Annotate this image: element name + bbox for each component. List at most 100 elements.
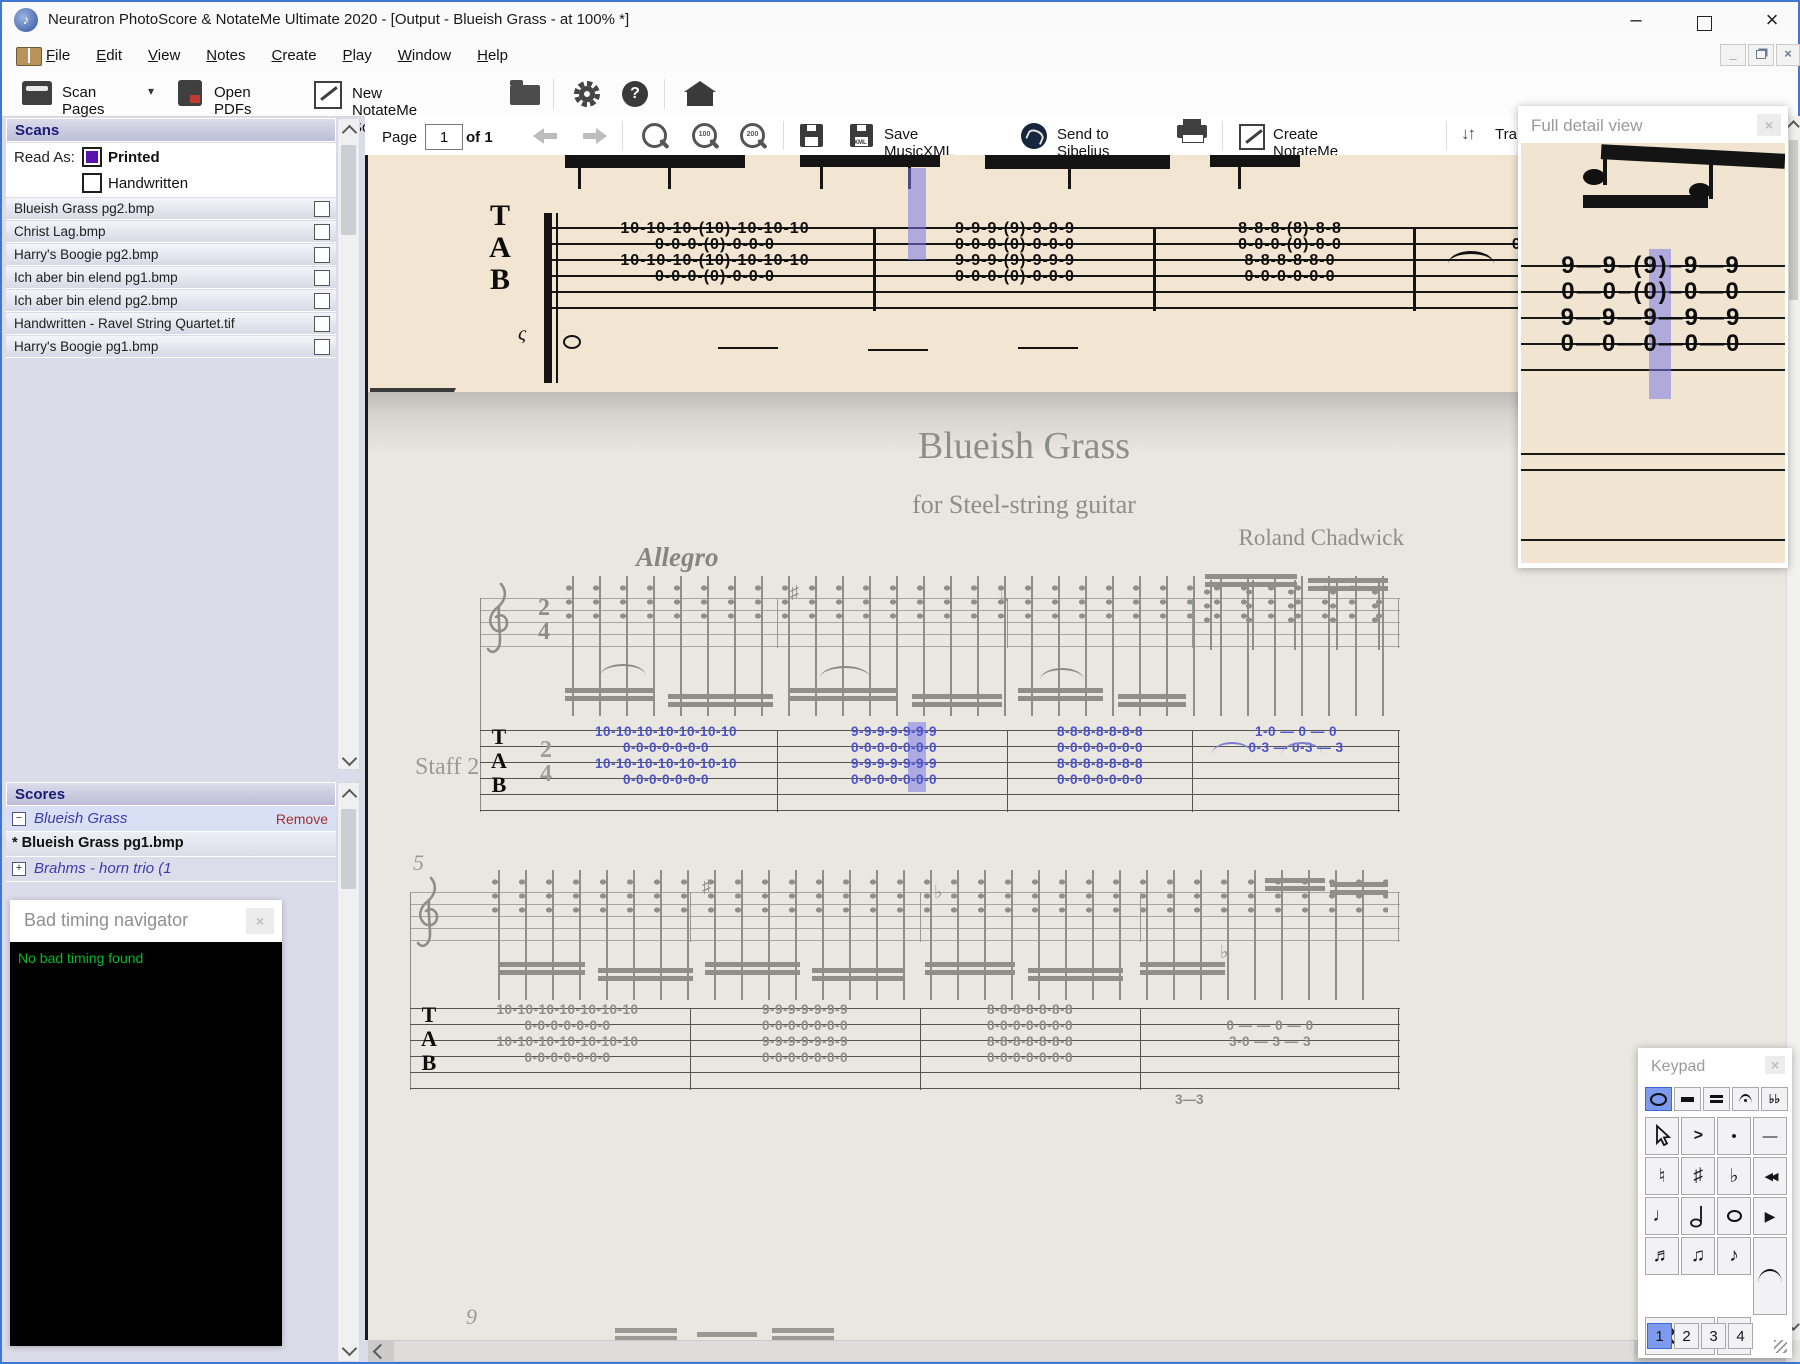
menu-create[interactable]: Create <box>272 47 317 64</box>
keypad-page-4[interactable]: 4 <box>1728 1323 1753 1349</box>
tie-key[interactable] <box>1753 1237 1787 1315</box>
scan-file-row[interactable]: Christ Lag.bmp <box>6 221 336 243</box>
zoom-100-icon[interactable]: 100 <box>692 123 717 148</box>
gear-icon[interactable] <box>574 81 600 107</box>
scrollbar-thumb[interactable] <box>394 1341 1634 1361</box>
close-button[interactable]: × <box>1750 5 1794 35</box>
menu-notes[interactable]: Notes <box>206 47 245 64</box>
zoom-200-icon[interactable]: 200 <box>740 123 765 148</box>
open-folder-button[interactable] <box>510 80 540 105</box>
detail-panel-title: Full detail view <box>1531 116 1643 135</box>
file-checkbox[interactable] <box>314 270 330 286</box>
file-checkbox[interactable] <box>314 247 330 263</box>
pointer-key[interactable] <box>1645 1117 1679 1155</box>
collapse-icon[interactable]: − <box>12 812 26 826</box>
home-button[interactable] <box>684 78 716 108</box>
help-button[interactable]: ? <box>622 81 648 107</box>
bar-tab[interactable] <box>1674 1087 1701 1111</box>
minimize-button[interactable]: – <box>1614 5 1658 35</box>
beams-tab[interactable] <box>1703 1087 1730 1111</box>
close-icon[interactable]: × <box>246 908 274 934</box>
staccato-key[interactable]: • <box>1717 1117 1751 1155</box>
half-note-key[interactable] <box>1681 1197 1715 1235</box>
menu-window[interactable]: Window <box>398 47 451 64</box>
scroll-down-icon[interactable] <box>341 1340 358 1357</box>
expand-icon[interactable]: + <box>12 862 26 876</box>
menu-play[interactable]: Play <box>343 47 372 64</box>
mdi-restore-button[interactable] <box>1748 44 1774 66</box>
score-page-row[interactable]: * Blueish Grass pg1.bmp <box>6 832 336 857</box>
scroll-down-icon[interactable] <box>341 750 358 767</box>
scores-scrollbar[interactable] <box>337 782 360 1362</box>
natural-key[interactable]: ♮ <box>1645 1157 1679 1195</box>
score-item-row[interactable]: − Blueish Grass Remove <box>6 807 336 832</box>
whole-note-tab[interactable] <box>1645 1087 1672 1111</box>
tab-measure: 10-10-10-10-10-10-10 0-0-0-0-0-0-0 10-10-… <box>594 724 738 787</box>
keypad-page-1[interactable]: 1 <box>1647 1323 1672 1349</box>
scroll-left-icon[interactable] <box>372 1343 389 1360</box>
scan-file-row[interactable]: Handwritten - Ravel String Quartet.tif <box>6 313 336 335</box>
handwritten-checkbox[interactable] <box>82 173 102 193</box>
zoom-icon[interactable] <box>642 123 667 148</box>
save-icon[interactable] <box>800 124 823 147</box>
horizontal-scrollbar[interactable] <box>368 1340 1786 1362</box>
scrollbar-thumb[interactable] <box>341 809 356 889</box>
scroll-up-icon[interactable] <box>1787 120 1800 133</box>
sharp-key[interactable]: ♯ <box>1681 1157 1715 1195</box>
score-item-row[interactable]: + Brahms - horn trio (1 <box>6 857 336 882</box>
scan-file-row[interactable]: Harry's Boogie pg2.bmp <box>6 244 336 266</box>
scan-file-row[interactable]: Blueish Grass pg2.bmp <box>6 198 336 220</box>
tenuto-key[interactable]: — <box>1753 1117 1787 1155</box>
menu-edit[interactable]: Edit <box>96 47 122 64</box>
beam-group <box>1210 155 1300 167</box>
play-key[interactable]: ▶ <box>1753 1197 1787 1235</box>
scan-file-row[interactable]: Harry's Boogie pg1.bmp <box>6 336 336 358</box>
composer: Roland Chadwick <box>1238 525 1404 550</box>
bad-timing-title: Bad timing navigator <box>24 910 189 930</box>
whole-note-key[interactable] <box>1717 1197 1751 1235</box>
scrollbar-thumb[interactable] <box>1789 140 1798 300</box>
page-number-input[interactable] <box>425 124 463 150</box>
close-icon[interactable]: × <box>1757 114 1781 136</box>
file-checkbox[interactable] <box>314 293 330 309</box>
mdi-close-button[interactable]: × <box>1776 44 1800 66</box>
keypad-header[interactable]: Keypad × <box>1641 1051 1789 1083</box>
eighth-note-beamed-key[interactable]: ♫ <box>1681 1237 1715 1275</box>
maximize-button[interactable] <box>1682 5 1726 35</box>
close-icon[interactable]: × <box>1765 1056 1785 1074</box>
accent-key[interactable]: > <box>1681 1117 1715 1155</box>
keypad-page-3[interactable]: 3 <box>1701 1323 1726 1349</box>
print-button[interactable] <box>1177 119 1207 143</box>
next-page-button[interactable] <box>580 128 610 144</box>
bad-timing-header[interactable]: Bad timing navigator × <box>10 900 282 942</box>
double-flat-tab[interactable]: ♭♭ <box>1761 1087 1788 1111</box>
window-title: Neuratron PhotoScore & NotateMe Ultimate… <box>48 11 630 28</box>
detail-panel-header[interactable]: Full detail view × <box>1521 109 1785 143</box>
resize-grip[interactable] <box>1774 1340 1787 1353</box>
scroll-up-icon[interactable] <box>341 788 358 805</box>
rewind-key[interactable]: ◀◀ <box>1753 1157 1787 1195</box>
menu-help[interactable]: Help <box>477 47 508 64</box>
file-checkbox[interactable] <box>314 316 330 332</box>
sixteenth-note-key[interactable]: ♬ <box>1645 1237 1679 1275</box>
file-checkbox[interactable] <box>314 339 330 355</box>
detail-panel-body: 9—9–(9)–9—9 0—0–(0)–0—0 9—9—9—9—9 0—0—0—0—… <box>1521 143 1785 563</box>
previous-page-button[interactable] <box>530 128 560 144</box>
menu-view[interactable]: View <box>148 47 180 64</box>
quarter-note-key[interactable]: ♩ <box>1645 1197 1679 1235</box>
scans-scrollbar[interactable] <box>337 118 360 770</box>
menu-file[interactable]: File <box>46 47 70 64</box>
file-checkbox[interactable] <box>314 224 330 240</box>
scan-file-row[interactable]: Ich aber bin elend pg1.bmp <box>6 267 336 289</box>
fermata-tab[interactable] <box>1732 1087 1759 1111</box>
scroll-up-icon[interactable] <box>341 124 358 141</box>
eighth-note-key[interactable]: ♪ <box>1717 1237 1751 1275</box>
keypad-page-2[interactable]: 2 <box>1674 1323 1699 1349</box>
file-checkbox[interactable] <box>314 201 330 217</box>
printed-checkbox[interactable] <box>82 147 102 167</box>
flat-key[interactable]: ♭ <box>1717 1157 1751 1195</box>
scan-file-row[interactable]: Ich aber bin elend pg2.bmp <box>6 290 336 312</box>
mdi-minimize-button[interactable]: _ <box>1720 44 1746 66</box>
scrollbar-thumb[interactable] <box>341 145 356 235</box>
remove-link[interactable]: Remove <box>276 811 328 827</box>
